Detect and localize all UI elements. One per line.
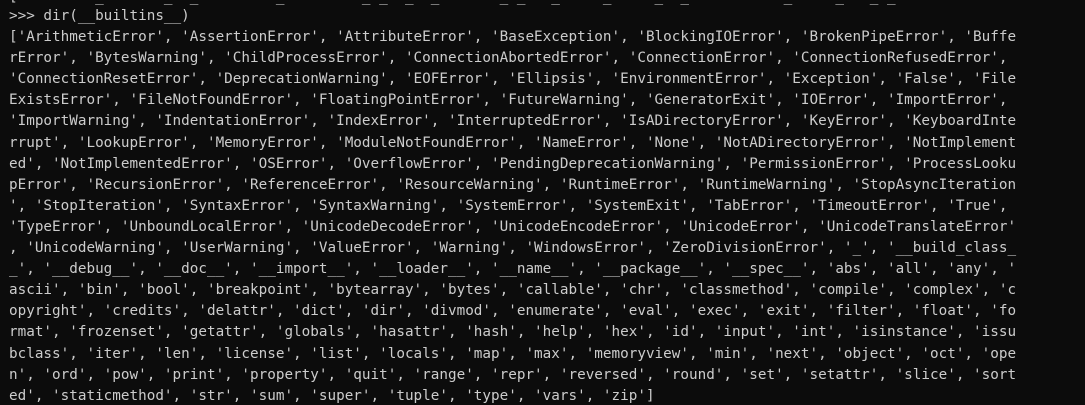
- output-line: rrupt', 'LookupError', 'MemoryError', 'M…: [9, 134, 1017, 151]
- output-line: , 'UnicodeWarning', 'UserWarning', 'Valu…: [9, 240, 1017, 257]
- output-line: pError', 'RecursionError', 'ReferenceErr…: [9, 176, 1017, 193]
- output-line: ', 'StopIteration', 'SyntaxError', 'Synt…: [9, 197, 1008, 214]
- output-line: bclass', 'iter', 'len', 'license', 'list…: [9, 345, 1017, 362]
- prompt-line: >>> dir(__builtins__): [9, 8, 190, 24]
- output-line: rmat', 'frozenset', 'getattr', 'globals'…: [9, 324, 1017, 341]
- output-line: rError', 'BytesWarning', 'ChildProcessEr…: [9, 50, 1008, 67]
- output-line: 'ImportWarning', 'IndentationError', 'In…: [9, 113, 1017, 130]
- output-line: ExistsError', 'FileNotFoundError', 'Floa…: [9, 92, 1008, 109]
- output-line: ['ArithmeticError', 'AssertionError', 'A…: [9, 29, 1017, 46]
- python-console[interactable]: [ _ _ _ _ _ _ _ _ _ _ _ _ _ _ _ _ _ _ >>…: [0, 0, 1085, 405]
- output-line: ed', 'NotImplementedError', 'OSError', '…: [9, 155, 1017, 172]
- output-line: 'ConnectionResetError', 'DeprecationWarn…: [9, 71, 1017, 88]
- output-line: ascii', 'bin', 'bool', 'breakpoint', 'by…: [9, 282, 1017, 299]
- console-output: >>> dir(__builtins__) ['ArithmeticError'…: [9, 6, 1085, 405]
- output-line: ed', 'staticmethod', 'str', 'sum', 'supe…: [9, 387, 655, 404]
- output-line: _', '__debug__', '__doc__', '__import__'…: [9, 261, 1017, 278]
- output-line: n', 'ord', 'pow', 'print', 'property', '…: [9, 366, 1017, 383]
- output-line: 'TypeError', 'UnboundLocalError', 'Unico…: [9, 218, 1017, 235]
- output-lines: ['ArithmeticError', 'AssertionError', 'A…: [9, 27, 1085, 405]
- output-line: opyright', 'credits', 'delattr', 'dict',…: [9, 303, 1017, 320]
